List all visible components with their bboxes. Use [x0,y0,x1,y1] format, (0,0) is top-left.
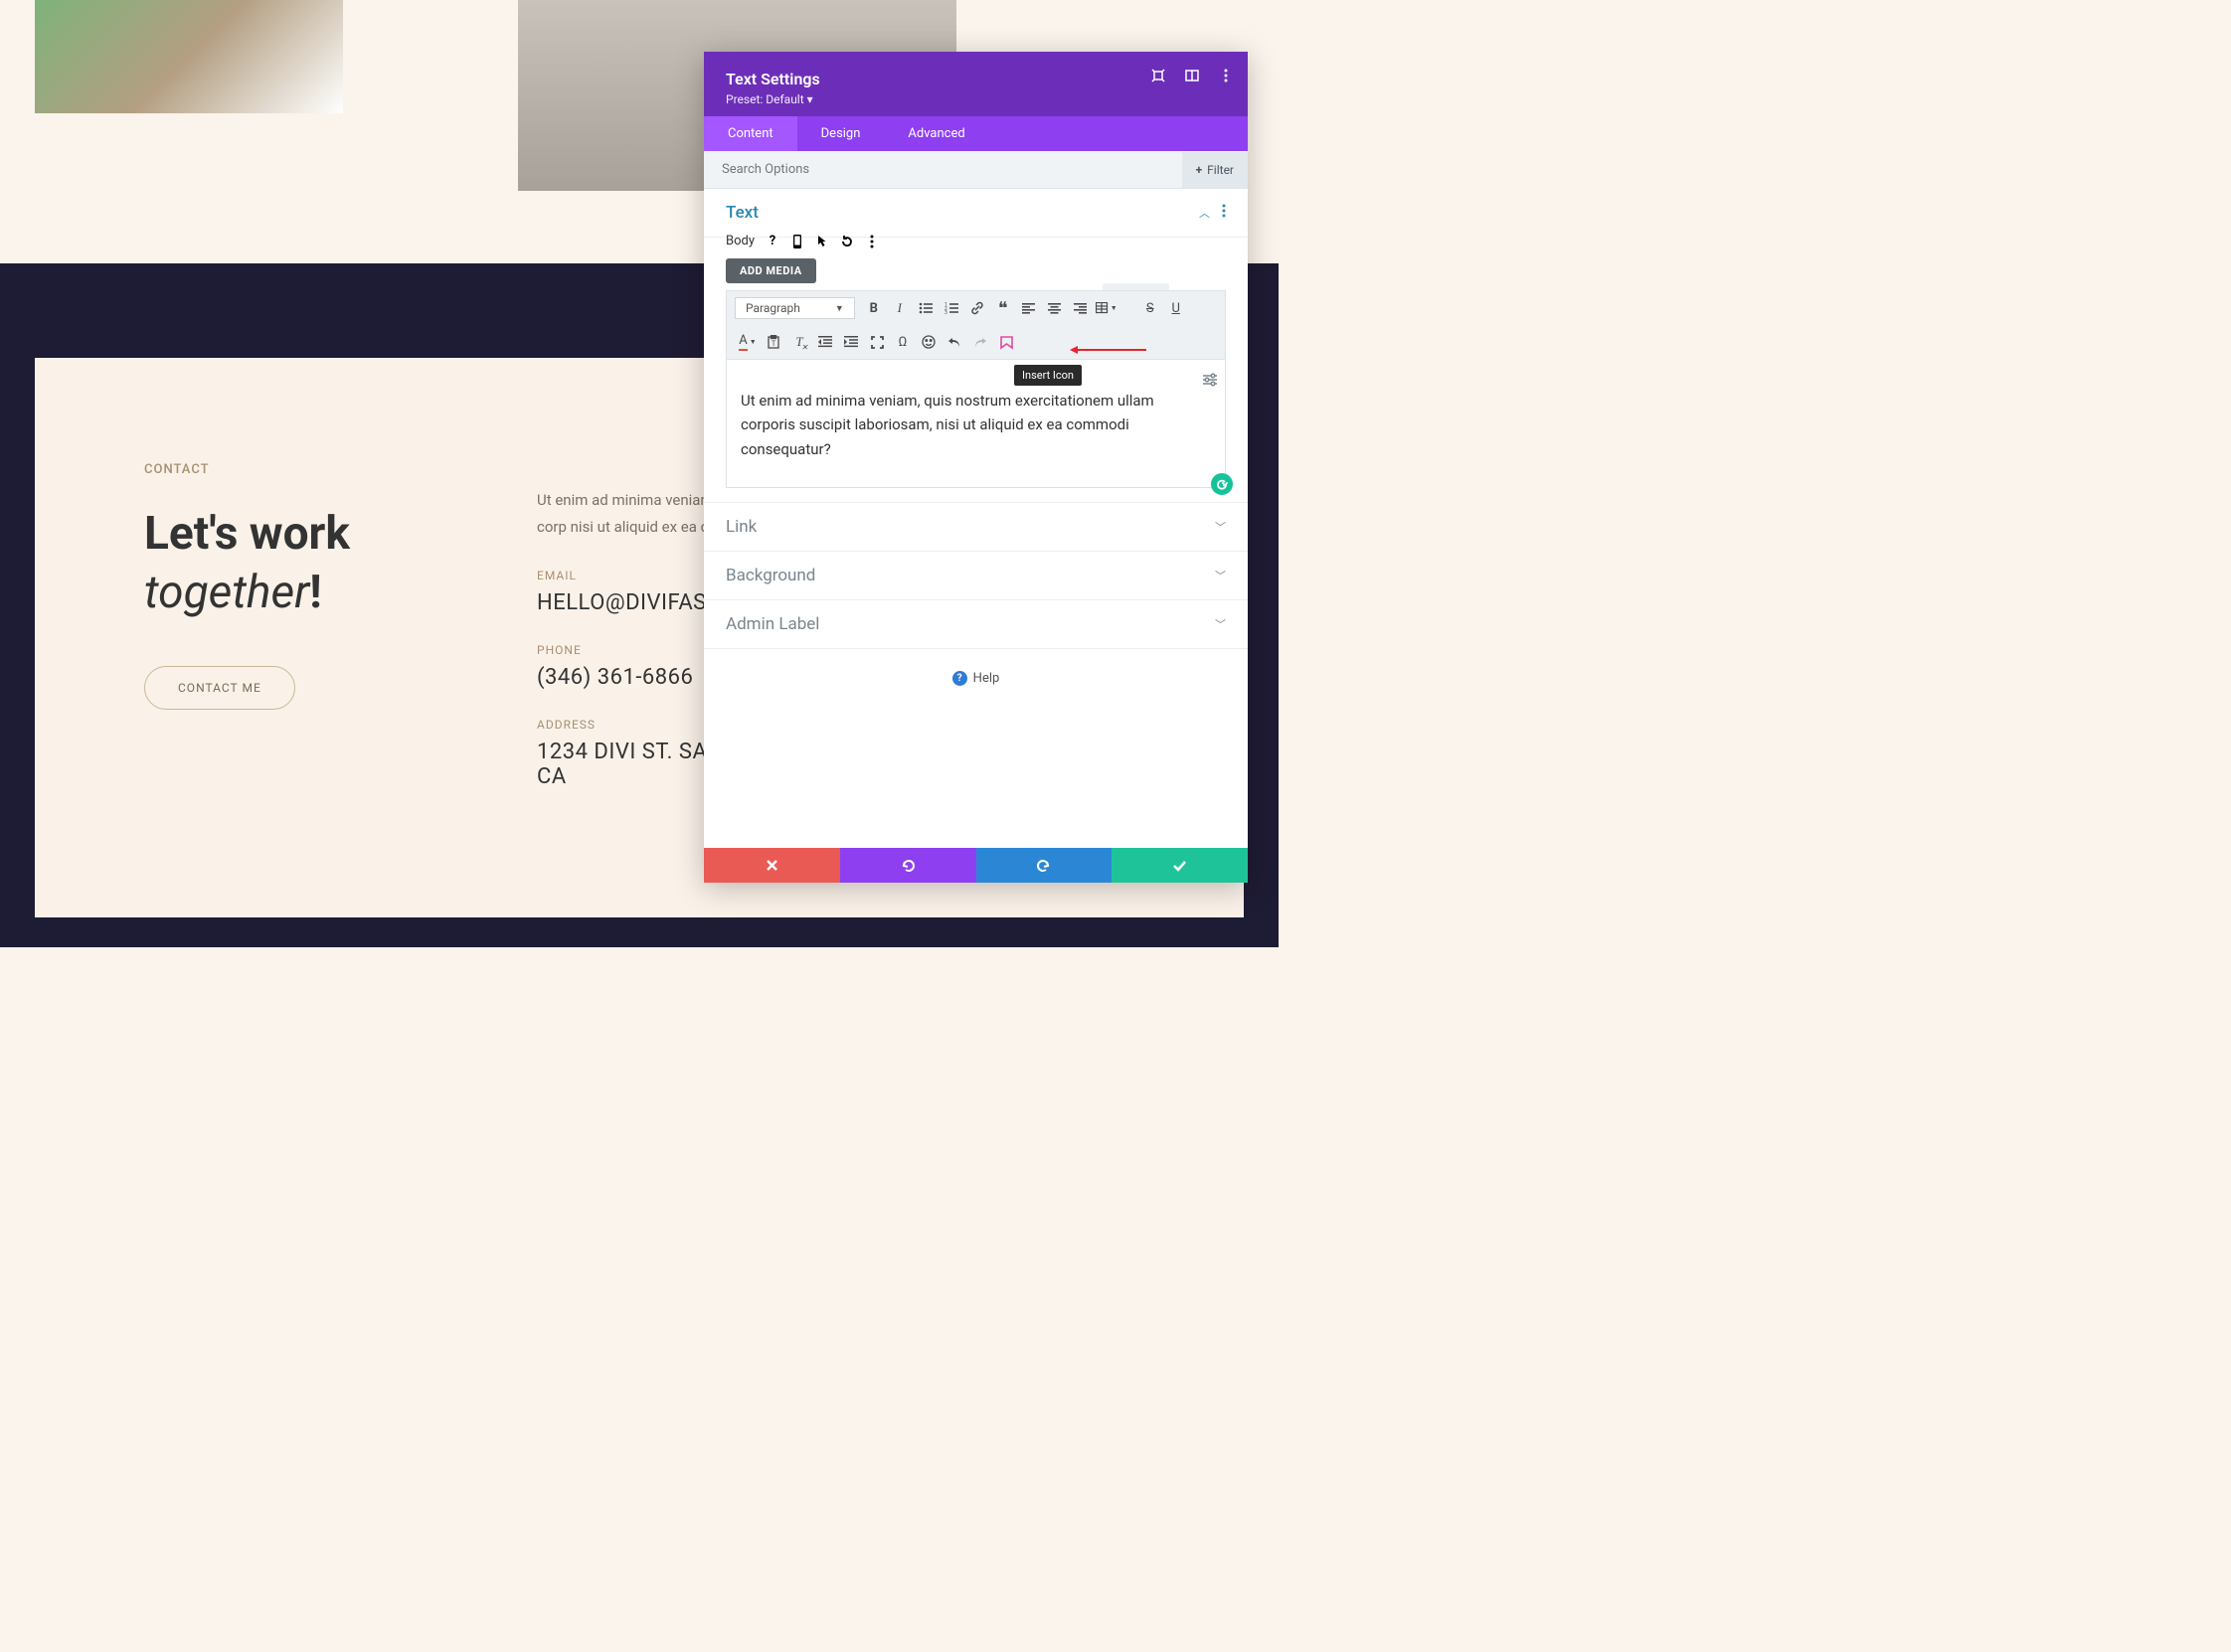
blockquote-button[interactable]: ❝ [990,296,1016,320]
editor-textarea[interactable]: Ut enim ad minima veniam, quis nostrum e… [726,359,1226,488]
bottom-undo-button[interactable] [840,848,976,883]
heading-part-italic: together [144,566,309,619]
paste-text-button[interactable]: T [761,330,786,354]
add-media-button[interactable]: ADD MEDIA [726,258,816,283]
contact-heading: Let's work together! [144,505,492,621]
filter-label: Filter [1207,163,1234,177]
underline-button[interactable]: U [1163,296,1189,320]
section-text-header[interactable]: Text ︿ [704,189,1248,238]
section-link-header[interactable]: Link ﹀ [704,502,1248,552]
grammarly-icon[interactable] [1211,473,1233,495]
svg-text:T: T [772,340,776,348]
outdent-button[interactable] [812,330,838,354]
help-icon[interactable]: ? [766,235,779,248]
section-background-label: Background [726,566,815,585]
columns-icon[interactable] [1184,68,1200,83]
emoji-button[interactable] [916,330,942,354]
paragraph-label: Paragraph [746,301,800,315]
chevron-down-icon: ﹀ [1215,519,1226,535]
italic-button[interactable]: I [887,296,913,320]
panel-tabs: Content Design Advanced [704,116,1248,151]
redo-button[interactable] [967,330,993,354]
align-center-button[interactable] [1042,296,1068,320]
save-button[interactable] [1112,848,1248,883]
editor-toolbar: Paragraph▼ B I 123 ❝ ▼ S U A▼ T T✕ [726,290,1226,359]
search-options-input[interactable] [704,151,1182,188]
mobile-icon[interactable] [790,235,804,248]
help-link[interactable]: ? Help [704,649,1248,708]
panel-header[interactable]: Text Settings Preset: Default ▾ [704,52,1248,116]
tab-advanced[interactable]: Advanced [884,116,988,151]
reset-icon[interactable] [840,235,854,248]
body-more-icon[interactable] [865,235,879,248]
more-options-icon[interactable] [1218,68,1234,83]
body-label: Body [726,234,755,248]
numbered-list-button[interactable]: 123 [939,296,964,320]
cancel-button[interactable] [704,848,840,883]
heading-part-1: Let's work [144,507,350,561]
special-char-button[interactable]: Ω [890,330,916,354]
contact-me-button[interactable]: CONTACT ME [144,666,295,710]
chevron-up-icon: ︿ [1199,205,1210,221]
link-button[interactable] [964,296,990,320]
text-settings-panel: Text Settings Preset: Default ▾ Content … [704,52,1248,883]
fullscreen-button[interactable] [864,330,890,354]
align-left-button[interactable] [1016,296,1042,320]
tab-design[interactable]: Design [797,116,885,151]
help-label: Help [973,671,1000,686]
bold-button[interactable]: B [861,296,887,320]
section-link-label: Link [726,517,757,537]
hover-icon[interactable] [815,235,829,248]
section-background-header[interactable]: Background ﹀ [704,552,1248,600]
annotation-arrow [1074,349,1146,351]
undo-button[interactable] [942,330,967,354]
indent-button[interactable] [838,330,864,354]
expand-icon[interactable] [1150,68,1166,83]
chevron-down-icon: ﹀ [1215,616,1226,632]
section-admin-label: Admin Label [726,614,819,634]
help-badge-icon: ? [952,671,967,686]
preset-dropdown[interactable]: Preset: Default ▾ [726,92,1226,106]
bullet-list-button[interactable] [913,296,939,320]
section-text-label: Text [726,203,759,223]
svg-text:3: 3 [944,310,947,314]
chevron-down-icon: ﹀ [1215,568,1226,583]
section-more-icon[interactable] [1222,203,1226,223]
align-right-button[interactable] [1068,296,1094,320]
contact-eyebrow: CONTACT [144,462,492,477]
insert-icon-button[interactable] [993,330,1019,354]
clear-format-button[interactable]: T✕ [786,330,812,354]
text-color-button[interactable]: A▼ [735,330,761,354]
bottom-redo-button[interactable] [976,848,1113,883]
gallery-image-1 [35,0,343,113]
section-admin-header[interactable]: Admin Label ﹀ [704,600,1248,649]
paragraph-dropdown[interactable]: Paragraph▼ [735,297,855,319]
table-button[interactable]: ▼ [1094,296,1119,320]
tab-content[interactable]: Content [704,116,797,151]
strikethrough-button[interactable]: S [1137,296,1163,320]
filter-button[interactable]: +Filter [1182,152,1248,188]
editor-text-content: Ut enim ad minima veniam, quis nostrum e… [741,392,1154,458]
heading-excl: ! [309,566,321,619]
